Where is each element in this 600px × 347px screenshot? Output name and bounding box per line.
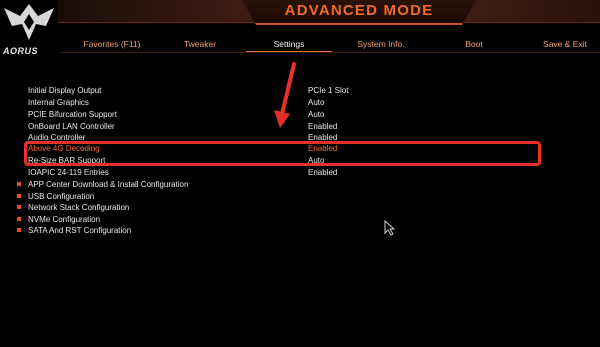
setting-row-audio-controller[interactable]: Audio Controller Enabled	[0, 132, 600, 143]
submenu-usb-configuration[interactable]: USB Configuration	[0, 191, 600, 202]
setting-label: OnBoard LAN Controller	[28, 122, 115, 131]
submenu-bullet-icon	[17, 194, 21, 198]
tab-favorites[interactable]: Favorites (F11)	[68, 37, 156, 53]
tab-label: Boot	[465, 39, 483, 49]
setting-row-pcie-bifurcation[interactable]: PCIE Bifurcation Support Auto	[0, 109, 600, 120]
tab-label: Favorites (F11)	[83, 39, 141, 49]
setting-row-initial-display-output[interactable]: Initial Display Output PCIe 1 Slot	[0, 85, 600, 96]
submenu-label: NVMe Configuration	[28, 215, 101, 224]
setting-label: PCIE Bifurcation Support	[28, 110, 117, 119]
annotation-arrow-icon	[274, 62, 296, 128]
tab-save-exit[interactable]: Save & Exit	[530, 37, 600, 53]
tab-settings[interactable]: Settings	[246, 37, 332, 53]
setting-label: Re-Size BAR Support	[28, 156, 106, 165]
setting-label: Above 4G Decoding	[28, 144, 100, 153]
setting-value[interactable]: Enabled	[308, 121, 337, 132]
setting-row-internal-graphics[interactable]: Internal Graphics Auto	[0, 97, 600, 108]
submenu-bullet-icon	[17, 228, 21, 232]
setting-row-above-4g-decoding[interactable]: Above 4G Decoding Enabled	[0, 143, 600, 154]
submenu-network-stack[interactable]: Network Stack Configuration	[0, 202, 600, 213]
submenu-bullet-icon	[17, 217, 21, 221]
setting-value[interactable]: Enabled	[308, 132, 337, 143]
setting-label: Audio Controller	[28, 133, 86, 142]
setting-value[interactable]: Enabled	[308, 167, 337, 178]
eagle-icon	[4, 4, 54, 40]
setting-row-ioapic-entries[interactable]: IOAPIC 24-119 Entries Enabled	[0, 167, 600, 178]
setting-value[interactable]: Auto	[308, 97, 324, 108]
submenu-sata-rst[interactable]: SATA And RST Configuration	[0, 225, 600, 236]
logo-text: AORUS	[3, 46, 39, 56]
tab-tweaker[interactable]: Tweaker	[160, 37, 240, 53]
setting-value[interactable]: Auto	[308, 155, 324, 166]
tab-label: Settings	[273, 39, 305, 49]
bios-header: ADVANCED MODE AORUS Favorites (F11) Twea…	[0, 0, 600, 58]
submenu-label: USB Configuration	[28, 192, 95, 201]
submenu-label: SATA And RST Configuration	[28, 226, 132, 235]
tab-label: Tweaker	[183, 39, 217, 49]
tab-divider	[60, 52, 600, 53]
submenu-label: Network Stack Configuration	[28, 203, 130, 212]
submenu-label: APP Center Download & Install Configurat…	[28, 180, 189, 189]
setting-label: IOAPIC 24-119 Entries	[28, 168, 109, 177]
aorus-logo: AORUS	[0, 0, 58, 58]
submenu-nvme-configuration[interactable]: NVMe Configuration	[0, 214, 600, 225]
tab-boot[interactable]: Boot	[438, 37, 510, 53]
setting-label: Initial Display Output	[28, 86, 102, 95]
setting-value[interactable]: Enabled	[308, 143, 337, 154]
mode-title: ADVANCED MODE	[242, 0, 476, 25]
tab-label: System Info.	[357, 39, 405, 49]
submenu-bullet-icon	[17, 182, 21, 186]
mouse-cursor-icon	[384, 220, 396, 236]
setting-row-resize-bar[interactable]: Re-Size BAR Support Auto	[0, 155, 600, 166]
setting-label: Internal Graphics	[28, 98, 89, 107]
setting-row-onboard-lan[interactable]: OnBoard LAN Controller Enabled	[0, 121, 600, 132]
submenu-app-center[interactable]: APP Center Download & Install Configurat…	[0, 179, 600, 190]
tab-label: Save & Exit	[543, 39, 587, 49]
tab-bar: Favorites (F11) Tweaker Settings System …	[60, 37, 600, 53]
setting-value[interactable]: PCIe 1 Slot	[308, 85, 348, 96]
submenu-bullet-icon	[17, 205, 21, 209]
tab-system-info[interactable]: System Info.	[340, 37, 422, 53]
setting-value[interactable]: Auto	[308, 109, 324, 120]
